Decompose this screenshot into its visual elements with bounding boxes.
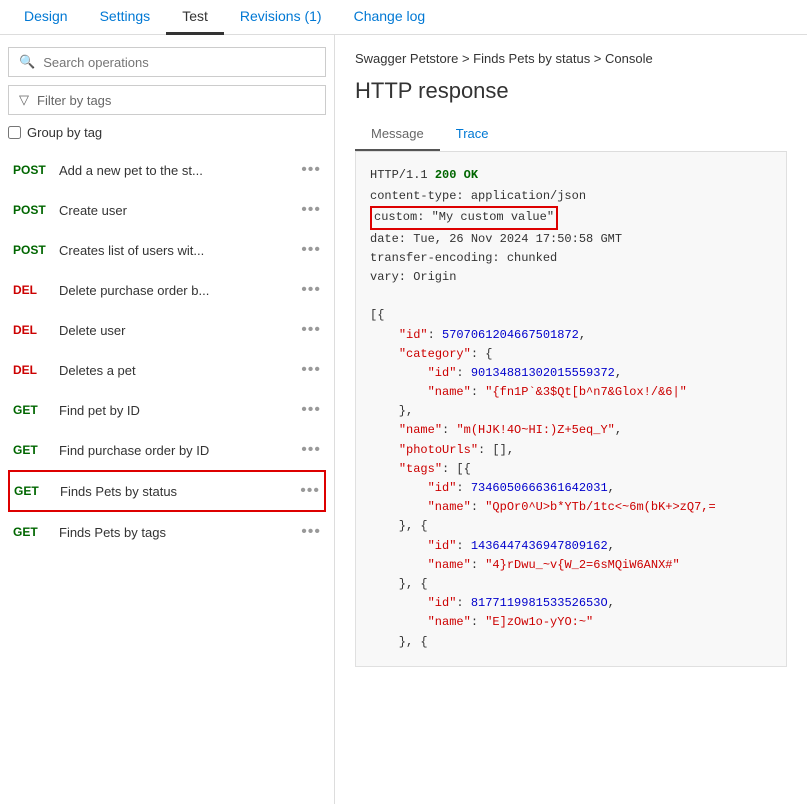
op-method: POST (13, 163, 49, 177)
filter-icon: ▽ (19, 92, 29, 108)
response-tabs: Message Trace (355, 118, 787, 152)
op-method: GET (13, 403, 49, 417)
op-method: POST (13, 243, 49, 257)
http-response-body: HTTP/1.1 200 OK content-type: applicatio… (355, 152, 787, 667)
tab-message[interactable]: Message (355, 118, 440, 151)
operations-list: POST Add a new pet to the st... ••• POST… (8, 150, 326, 792)
header-date: date: Tue, 26 Nov 2024 17:50:58 GMT (370, 230, 772, 249)
header-vary: vary: Origin (370, 268, 772, 287)
op-method: GET (13, 443, 49, 457)
op-method: GET (13, 525, 49, 539)
breadcrumb: Swagger Petstore > Finds Pets by status … (355, 51, 787, 66)
op-name: Find pet by ID (59, 403, 291, 418)
section-title: HTTP response (355, 78, 787, 104)
op-name: Finds Pets by status (60, 484, 290, 499)
group-by-tag-label: Group by tag (27, 125, 102, 140)
http-version: HTTP/1.1 (370, 168, 435, 182)
operation-item-4[interactable]: DEL Delete user ••• (8, 310, 326, 350)
header-custom: custom: "My custom value" (370, 206, 772, 229)
filter-label: Filter by tags (37, 93, 111, 108)
top-navigation: Design Settings Test Revisions (1) Chang… (0, 0, 807, 35)
status-line: HTTP/1.1 200 OK (370, 166, 772, 185)
op-more-icon[interactable]: ••• (301, 201, 321, 219)
tab-changelog[interactable]: Change log (338, 0, 442, 34)
op-name: Deletes a pet (59, 363, 291, 378)
status-code: 200 OK (435, 168, 478, 182)
tab-test[interactable]: Test (166, 0, 224, 34)
op-name: Finds Pets by tags (59, 525, 291, 540)
op-more-icon[interactable]: ••• (301, 321, 321, 339)
op-more-icon[interactable]: ••• (301, 401, 321, 419)
op-more-icon[interactable]: ••• (301, 161, 321, 179)
operation-item-0[interactable]: POST Add a new pet to the st... ••• (8, 150, 326, 190)
op-more-icon[interactable]: ••• (301, 361, 321, 379)
group-by-tag[interactable]: Group by tag (8, 123, 326, 142)
op-name: Delete purchase order b... (59, 283, 291, 298)
op-more-icon[interactable]: ••• (301, 441, 321, 459)
tab-revisions[interactable]: Revisions (1) (224, 0, 338, 34)
search-input[interactable] (43, 55, 315, 70)
header-transfer-encoding: transfer-encoding: chunked (370, 249, 772, 268)
op-more-icon[interactable]: ••• (301, 523, 321, 541)
op-name: Delete user (59, 323, 291, 338)
operation-item-1[interactable]: POST Create user ••• (8, 190, 326, 230)
operation-item-8[interactable]: GET Finds Pets by status ••• (8, 470, 326, 512)
op-name: Creates list of users wit... (59, 243, 291, 258)
main-layout: 🔍 ▽ Filter by tags Group by tag POST Add… (0, 35, 807, 804)
op-more-icon[interactable]: ••• (300, 482, 320, 500)
op-name: Add a new pet to the st... (59, 163, 291, 178)
right-panel: Swagger Petstore > Finds Pets by status … (335, 35, 807, 804)
op-name: Create user (59, 203, 291, 218)
op-more-icon[interactable]: ••• (301, 241, 321, 259)
op-method: GET (14, 484, 50, 498)
operation-item-7[interactable]: GET Find purchase order by ID ••• (8, 430, 326, 470)
op-method: DEL (13, 363, 49, 377)
left-panel: 🔍 ▽ Filter by tags Group by tag POST Add… (0, 35, 335, 804)
group-by-tag-checkbox[interactable] (8, 126, 21, 139)
op-more-icon[interactable]: ••• (301, 281, 321, 299)
operation-item-6[interactable]: GET Find pet by ID ••• (8, 390, 326, 430)
op-method: DEL (13, 283, 49, 297)
operation-item-3[interactable]: DEL Delete purchase order b... ••• (8, 270, 326, 310)
operation-item-5[interactable]: DEL Deletes a pet ••• (8, 350, 326, 390)
search-icon: 🔍 (19, 54, 35, 70)
op-method: POST (13, 203, 49, 217)
filter-box[interactable]: ▽ Filter by tags (8, 85, 326, 115)
op-method: DEL (13, 323, 49, 337)
header-content-type: content-type: application/json (370, 187, 772, 206)
search-box[interactable]: 🔍 (8, 47, 326, 77)
json-body: [{ "id": 5707061204667501872, "category"… (370, 306, 772, 651)
operation-item-9[interactable]: GET Finds Pets by tags ••• (8, 512, 326, 552)
tab-trace[interactable]: Trace (440, 118, 505, 151)
operation-item-2[interactable]: POST Creates list of users wit... ••• (8, 230, 326, 270)
tab-design[interactable]: Design (8, 0, 84, 34)
tab-settings[interactable]: Settings (84, 0, 167, 34)
op-name: Find purchase order by ID (59, 443, 291, 458)
